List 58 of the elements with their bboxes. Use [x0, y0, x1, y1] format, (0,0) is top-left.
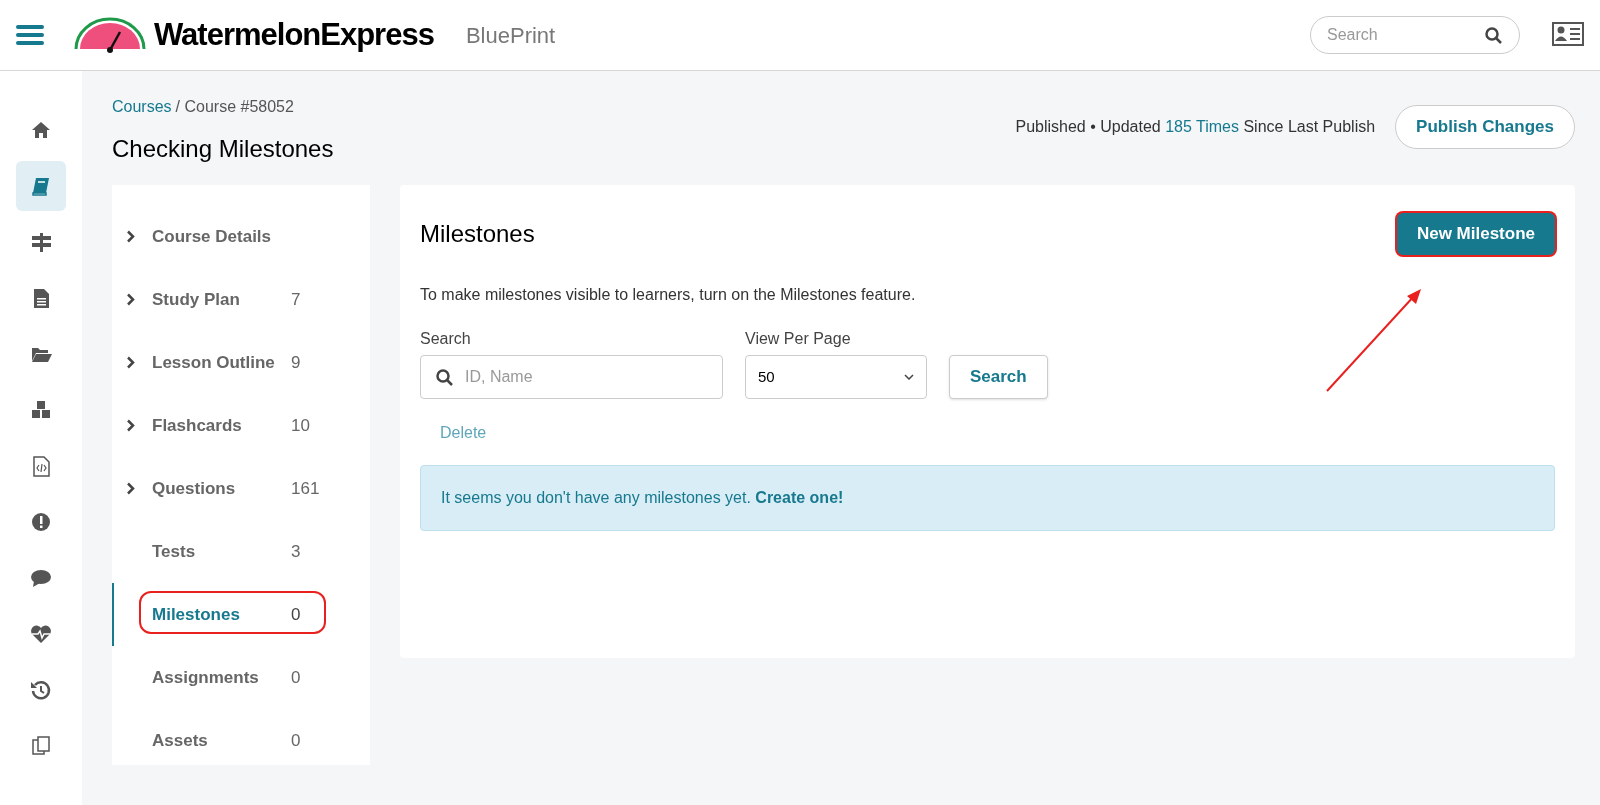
update-count-link[interactable]: 185 Times: [1165, 118, 1239, 135]
product-name: BluePrint: [465, 21, 556, 50]
breadcrumb-link[interactable]: Courses: [112, 95, 172, 119]
milestone-search-field[interactable]: ID, Name: [420, 355, 723, 399]
search-icon: [1485, 27, 1502, 44]
breadcrumb-current: / Course #58052: [175, 97, 294, 117]
profile-card-icon[interactable]: [1552, 22, 1584, 48]
item-count: 9: [291, 351, 301, 374]
chevron-right-icon: [126, 482, 135, 495]
search-icon: [436, 369, 453, 386]
signpost-icon: [30, 231, 52, 253]
item-count: 0: [291, 729, 301, 752]
nav-item[interactable]: Assets 0: [112, 709, 370, 765]
nav-item[interactable]: Lesson Outline 9: [112, 331, 370, 394]
section-title: Milestones: [420, 219, 535, 249]
item-count: 7: [291, 288, 301, 311]
speech-bubble-icon: [30, 567, 52, 589]
nav-item[interactable]: Tests 3: [112, 520, 370, 583]
hint-text: To make milestones visible to learners, turn on the Milestones feature.: [420, 285, 917, 305]
publish-status: Published • Updated 185 Times Since Last Publish: [1015, 117, 1376, 137]
create-link[interactable]: Create one!: [755, 489, 844, 506]
nav-item[interactable]: Study Plan 7: [112, 268, 370, 331]
book-icon: [30, 175, 52, 197]
item-count: 10: [291, 414, 310, 437]
empty-message: It seems you don't have any milestones yet. Create one!: [441, 488, 844, 508]
chevron-right-icon: [126, 230, 135, 243]
per-page-label: View Per Page: [745, 329, 852, 349]
page-title: Checking Milestones: [112, 134, 334, 164]
item-count: 0: [291, 603, 301, 626]
exclamation-icon: [30, 511, 52, 533]
nav-item[interactable]: Milestones 0: [112, 583, 370, 646]
code-file-icon: [30, 455, 52, 477]
item-count: 161: [291, 477, 320, 500]
item-count: 0: [291, 666, 301, 689]
search-button[interactable]: Search: [949, 355, 1048, 399]
search-label: Search: [420, 329, 472, 349]
search-field[interactable]: Search: [1310, 16, 1520, 54]
copy-icon: [30, 735, 52, 757]
watermelon-gauge-logo-icon: [74, 17, 146, 53]
new-milestone-button[interactable]: New Milestone: [1396, 213, 1555, 255]
nav-item[interactable]: Course Details: [112, 205, 370, 268]
menu-icon[interactable]: [16, 24, 44, 46]
home-icon: [30, 119, 52, 141]
history-icon: [30, 679, 52, 701]
nav-item[interactable]: Flashcards 10: [112, 394, 370, 457]
publish-changes-button[interactable]: Publish Changes: [1395, 105, 1575, 149]
chevron-down-icon: [904, 374, 914, 380]
chevron-right-icon: [126, 419, 135, 432]
nav-item[interactable]: Assignments 0: [112, 646, 370, 709]
cubes-icon: [30, 399, 52, 421]
nav-item[interactable]: Questions 161: [112, 457, 370, 520]
chevron-right-icon: [126, 293, 135, 306]
per-page-dropdown[interactable]: 50: [745, 355, 927, 399]
brand-name: WatermelonExpress: [154, 15, 434, 54]
chevron-right-icon: [126, 356, 135, 369]
rail-item[interactable]: [16, 161, 66, 211]
heartbeat-icon: [30, 623, 52, 645]
item-count: 3: [291, 540, 301, 563]
